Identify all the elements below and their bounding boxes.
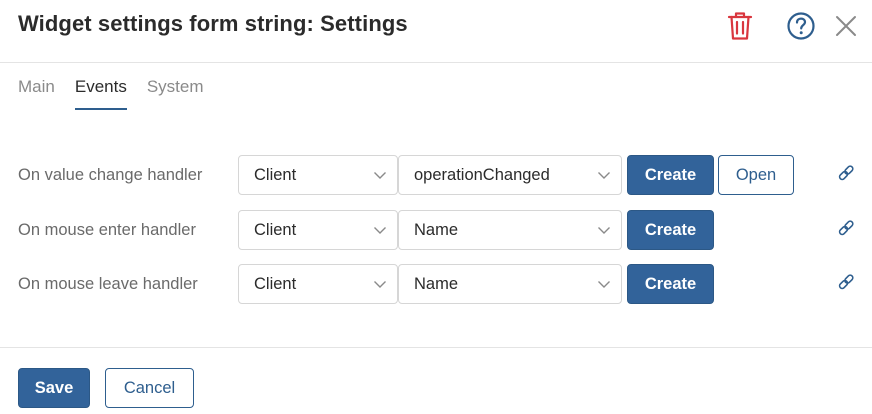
select-value: Name	[414, 221, 459, 239]
close-button[interactable]	[830, 10, 862, 42]
link-icon[interactable]	[836, 218, 856, 238]
create-button[interactable]: Create	[627, 155, 714, 195]
handler-name-select[interactable]: operationChanged	[398, 155, 622, 195]
select-value: operationChanged	[414, 166, 550, 184]
select-value: Client	[254, 166, 297, 184]
delete-button[interactable]	[724, 10, 756, 42]
dialog-footer: Save Cancel	[0, 347, 872, 414]
trash-icon	[727, 12, 753, 40]
chevron-down-icon	[374, 281, 386, 288]
handler-row-value-change: On value change handler Client operation…	[0, 155, 872, 195]
handler-type-select[interactable]: Client	[238, 264, 398, 304]
chevron-down-icon	[598, 172, 610, 179]
handler-row-mouse-enter: On mouse enter handler Client Name Creat…	[0, 210, 872, 250]
close-icon	[836, 16, 856, 36]
handler-type-select[interactable]: Client	[238, 155, 398, 195]
handler-name-select[interactable]: Name	[398, 210, 622, 250]
create-button[interactable]: Create	[627, 210, 714, 250]
link-icon[interactable]	[836, 163, 856, 183]
help-circle-icon	[787, 12, 815, 40]
link-icon[interactable]	[836, 272, 856, 292]
tab-events[interactable]: Events	[74, 76, 127, 110]
row-label: On mouse enter handler	[18, 221, 196, 239]
select-value: Name	[414, 275, 459, 293]
row-label: On mouse leave handler	[18, 275, 198, 293]
tab-bar: Main Events System	[18, 76, 204, 112]
chevron-down-icon	[374, 172, 386, 179]
open-button[interactable]: Open	[718, 155, 794, 195]
select-value: Client	[254, 275, 297, 293]
select-value: Client	[254, 221, 297, 239]
handler-type-select[interactable]: Client	[238, 210, 398, 250]
chevron-down-icon	[598, 227, 610, 234]
handler-name-select[interactable]: Name	[398, 264, 622, 304]
chevron-down-icon	[374, 227, 386, 234]
dialog-header: Widget settings form string: Settings	[0, 0, 872, 63]
tab-system[interactable]: System	[147, 76, 204, 110]
cancel-button[interactable]: Cancel	[105, 368, 194, 408]
help-button[interactable]	[785, 10, 817, 42]
create-button[interactable]: Create	[627, 264, 714, 304]
tab-main[interactable]: Main	[18, 76, 55, 110]
save-button[interactable]: Save	[18, 368, 90, 408]
handler-row-mouse-leave: On mouse leave handler Client Name Creat…	[0, 264, 872, 304]
row-label: On value change handler	[18, 166, 203, 184]
chevron-down-icon	[598, 281, 610, 288]
dialog-title: Widget settings form string: Settings	[18, 11, 408, 36]
